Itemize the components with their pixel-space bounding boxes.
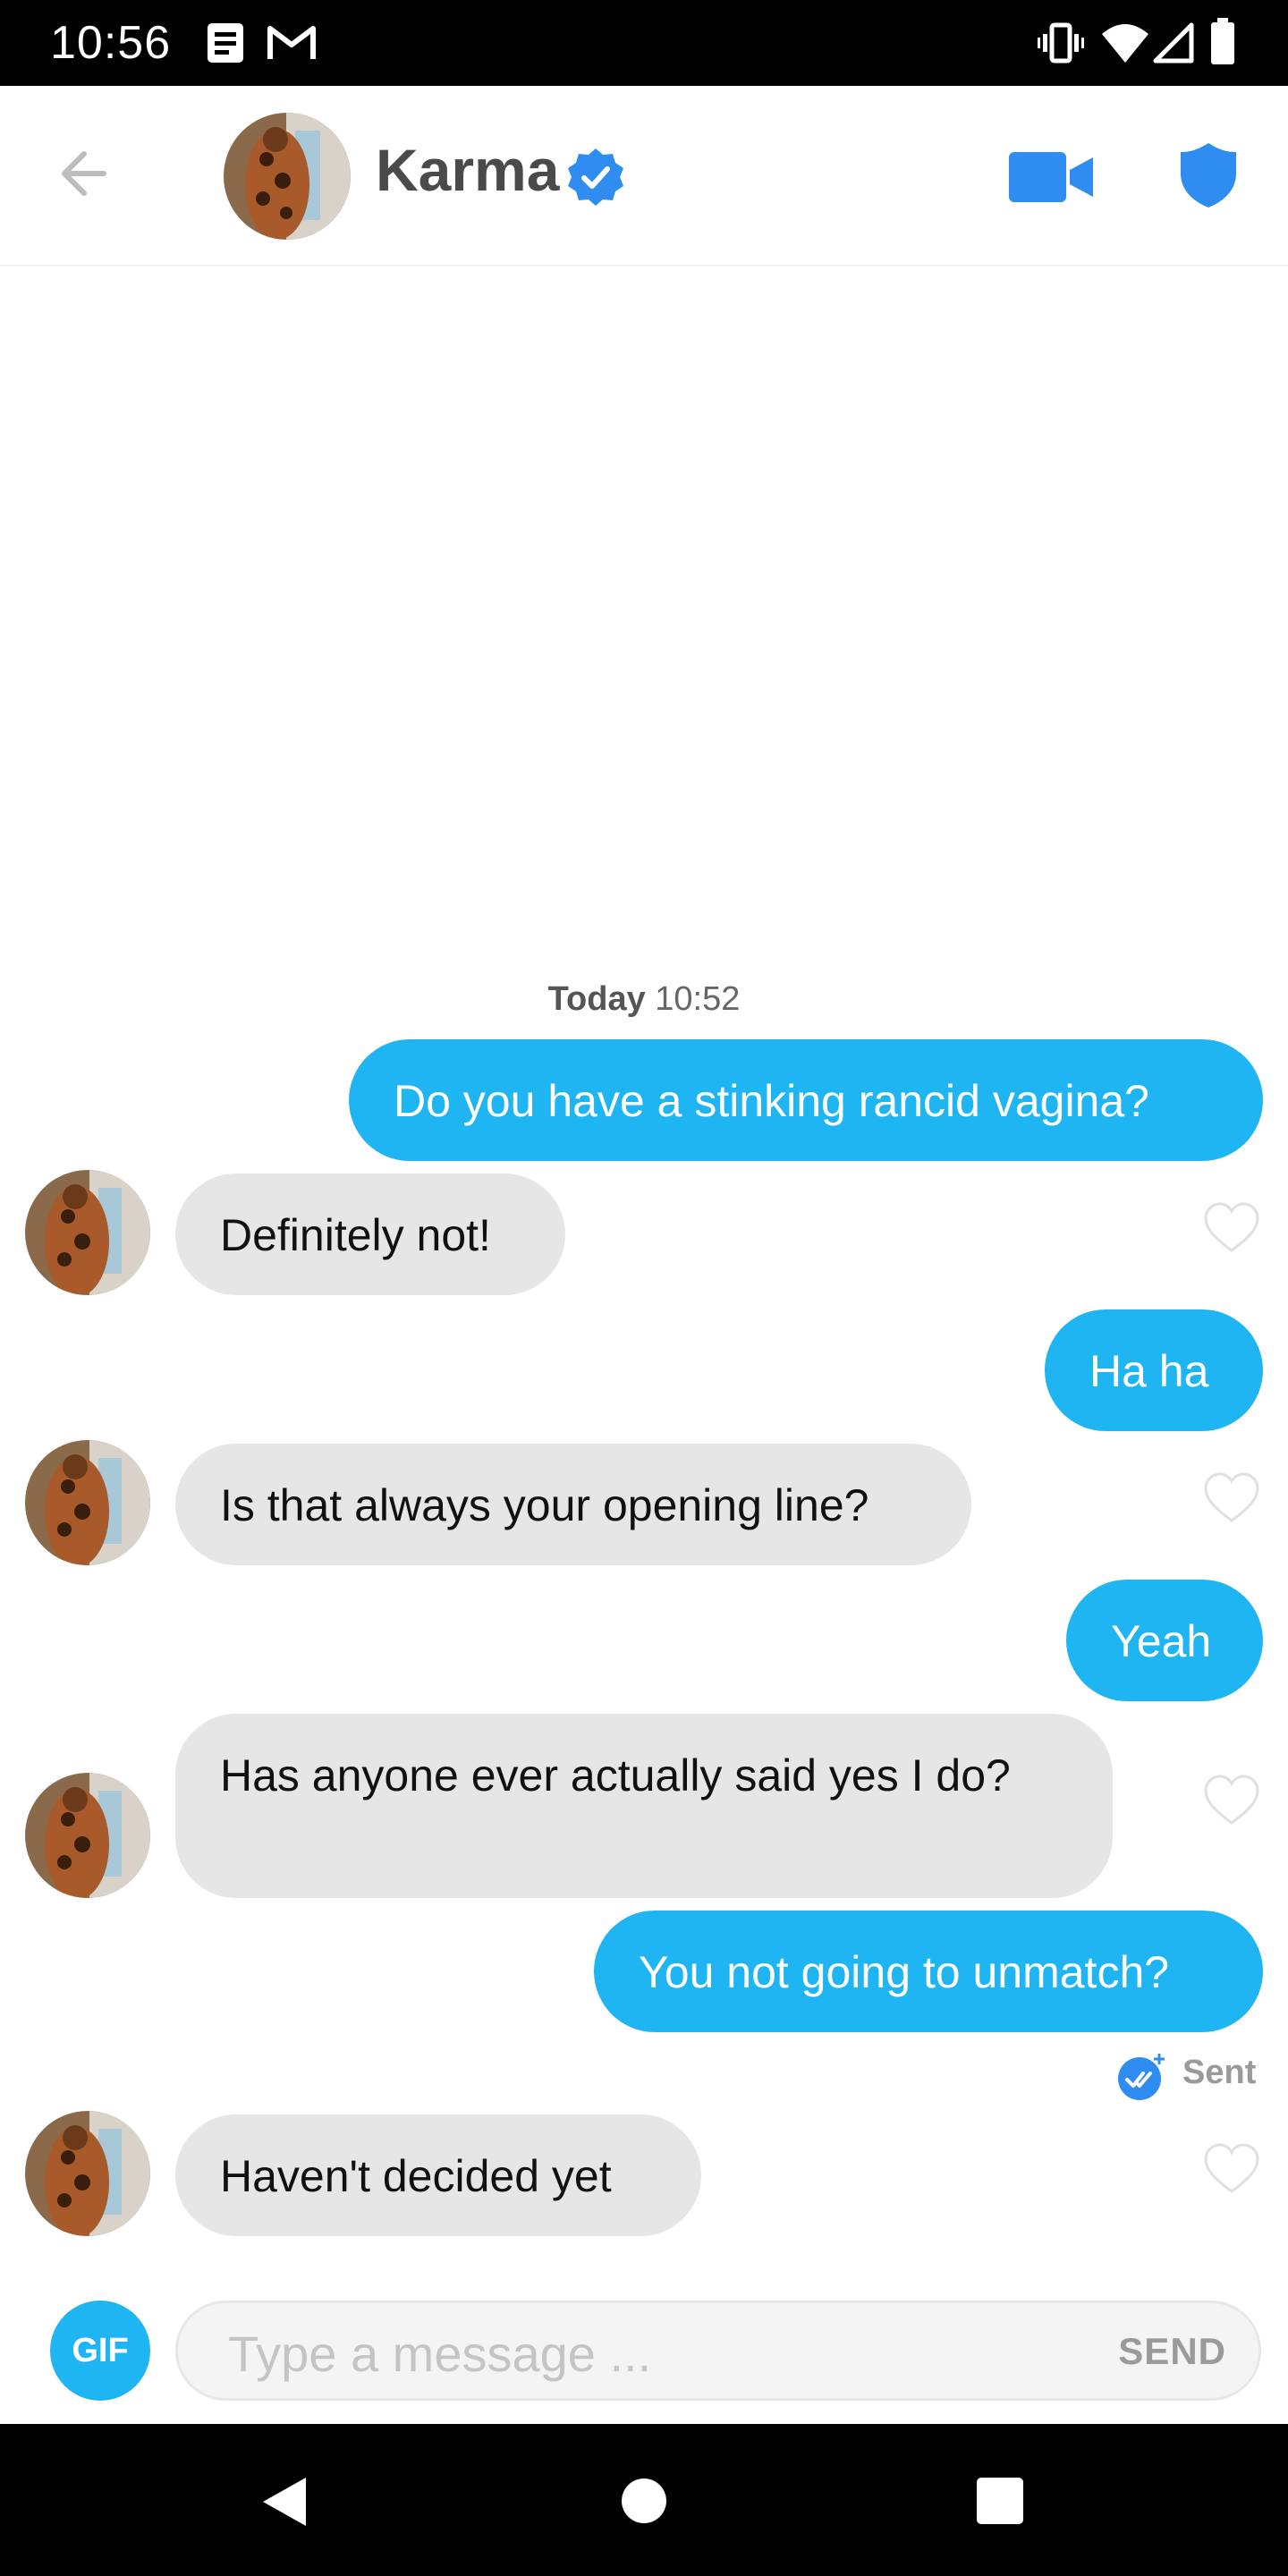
arrow-left-icon[interactable]: [54, 141, 118, 206]
gmail-icon: [267, 26, 316, 59]
profile-avatar[interactable]: [224, 113, 351, 240]
video-camera-icon[interactable]: [1009, 150, 1095, 204]
verified-badge-icon: [568, 148, 623, 206]
heart-icon[interactable]: [1202, 1773, 1261, 1826]
gif-button[interactable]: GIF: [50, 2301, 150, 2401]
outgoing-message[interactable]: Ha ha: [1045, 1309, 1263, 1431]
avatar[interactable]: [25, 1440, 150, 1565]
incoming-message[interactable]: Is that always your opening line?: [175, 1444, 971, 1565]
outgoing-message[interactable]: You not going to unmatch?: [594, 1911, 1263, 2032]
status-bar: 10:56: [0, 0, 1288, 86]
read-receipt-icon: [1118, 2054, 1165, 2100]
match-name[interactable]: Karma: [376, 136, 559, 204]
incoming-message[interactable]: Definitely not!: [175, 1174, 565, 1295]
status-time: 10:56: [50, 17, 172, 69]
date-separator: Today 10:52: [0, 980, 1288, 1019]
incoming-message[interactable]: Haven't decided yet: [175, 2114, 701, 2236]
outgoing-message[interactable]: Do you have a stinking rancid vagina?: [349, 1039, 1263, 1161]
avatar[interactable]: [25, 2111, 150, 2236]
avatar[interactable]: [25, 1773, 150, 1898]
heart-icon[interactable]: [1202, 2141, 1261, 2195]
message-composer: GIF Type a message ... SEND: [0, 2281, 1288, 2424]
nav-back-icon[interactable]: [259, 2474, 309, 2529]
system-nav-bar: [0, 2424, 1288, 2576]
avatar[interactable]: [25, 1170, 150, 1295]
battery-icon: [1211, 18, 1234, 64]
notes-icon: [208, 23, 243, 63]
nav-home-icon[interactable]: [621, 2478, 667, 2524]
message-input[interactable]: Type a message ... SEND: [175, 2301, 1261, 2401]
chat-header: Karma: [0, 86, 1288, 267]
heart-icon[interactable]: [1202, 1200, 1261, 1254]
outgoing-message[interactable]: Yeah: [1066, 1580, 1263, 1701]
date-day: Today: [547, 980, 646, 1018]
incoming-message[interactable]: Has anyone ever actually said yes I do?: [175, 1714, 1113, 1898]
heart-icon[interactable]: [1202, 1470, 1261, 1524]
sent-status: Sent: [1116, 2048, 1268, 2102]
shield-icon[interactable]: [1179, 141, 1238, 209]
vibrate-icon: [1038, 22, 1084, 64]
sent-label: Sent: [1182, 2054, 1257, 2091]
wifi-icon: [1102, 24, 1148, 63]
send-button[interactable]: SEND: [1118, 2330, 1226, 2373]
signal-icon: [1153, 22, 1194, 64]
message-placeholder: Type a message ...: [228, 2326, 652, 2382]
date-time: 10:52: [655, 980, 741, 1018]
nav-recents-icon[interactable]: [977, 2478, 1023, 2524]
